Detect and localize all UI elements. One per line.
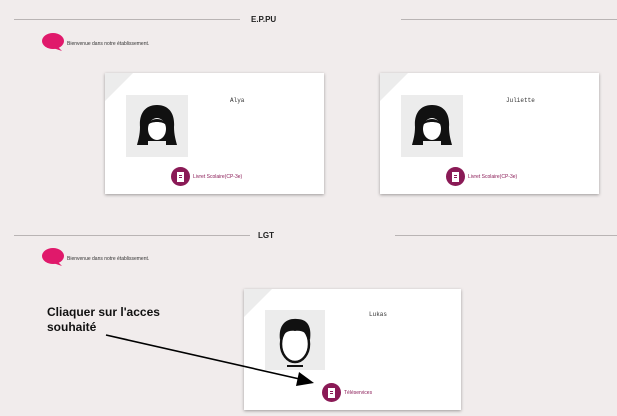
annotation-text: Cliaquer sur l'acces souhaité [47,305,160,335]
annotation-line: souhaité [47,320,97,334]
speech-bubble-icon [42,33,64,51]
avatar [265,310,325,370]
annotation-line: Cliaquer sur l'acces [47,305,160,319]
service-link[interactable]: Livret Scolaire(CP-3e) [171,167,242,186]
section-divider-left [14,19,240,20]
welcome-message: Bienvenue dans notre établissement. [67,256,150,262]
female-avatar-icon [137,105,177,145]
student-name: Juliette [506,97,535,104]
avatar [126,95,188,157]
student-name: Lukas [369,311,388,318]
section-divider-right [395,235,617,236]
section-title: LGT [258,231,274,240]
section-divider-right [401,19,617,20]
service-link[interactable]: Livret Scolaire(CP-3e) [446,167,517,186]
avatar [401,95,463,157]
welcome-message: Bienvenue dans notre établissement. [67,41,150,47]
service-label: Livret Scolaire(CP-3e) [193,173,243,180]
female-avatar-icon [412,105,452,145]
speech-bubble-icon [42,248,64,266]
male-avatar-icon [279,318,311,367]
service-link[interactable]: Téléservices [322,383,372,402]
service-label: Téléservices [344,389,373,396]
student-card: Lukas Téléservices [244,289,461,410]
student-card: Juliette Livret Scolaire(CP-3e) [380,73,599,194]
document-icon [171,167,190,186]
student-name: Alya [230,97,245,104]
section-title: E.P.PU [251,15,277,24]
service-label: Livret Scolaire(CP-3e) [468,173,518,180]
document-icon [322,383,341,402]
document-icon [446,167,465,186]
student-card: Alya Livret Scolaire(CP-3e) [105,73,324,194]
section-divider-left [14,235,250,236]
